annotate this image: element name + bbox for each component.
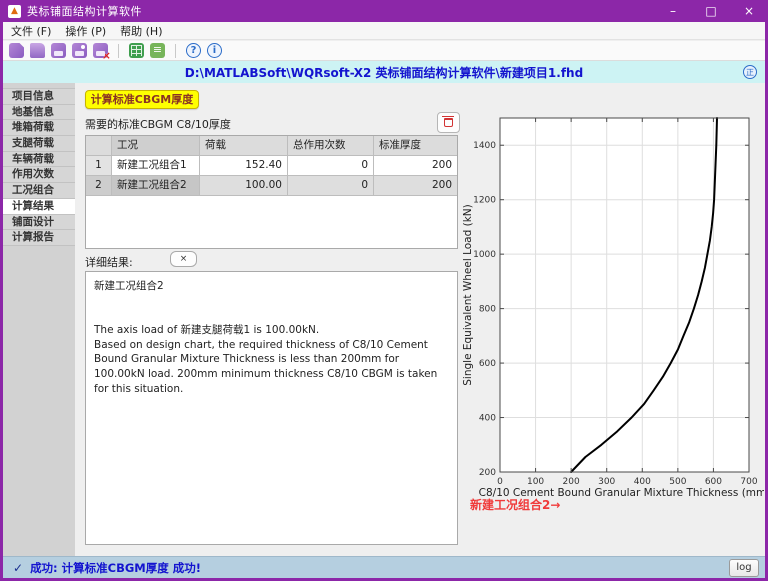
sidebar-item-container-load[interactable]: 堆箱荷载: [3, 120, 75, 136]
svg-text:500: 500: [669, 477, 686, 487]
cell-applications[interactable]: 0: [288, 156, 374, 176]
sidebar-item-calc-report[interactable]: 计算报告: [3, 230, 75, 246]
svg-text:400: 400: [479, 414, 496, 424]
svg-text:700: 700: [740, 477, 757, 487]
menu-file[interactable]: 文件 (F): [11, 23, 51, 39]
svg-text:1200: 1200: [473, 196, 496, 206]
status-message: 成功: 计算标准CBGM厚度 成功!: [30, 560, 201, 576]
cell-thickness[interactable]: 200: [374, 156, 457, 176]
row-number-header: [86, 136, 112, 156]
maximize-button[interactable]: □: [692, 0, 730, 22]
main-panel: 计算标准CBGM厚度 需要的标准CBGM C8/10厚度 工况 荷载 总作用次数…: [75, 83, 765, 556]
cell-case[interactable]: 新建工况组合1: [112, 156, 200, 176]
calculate-cbgm-button[interactable]: 计算标准CBGM厚度: [85, 90, 199, 109]
row-number: 2: [86, 176, 112, 196]
toolbar-separator: [118, 44, 119, 58]
sidebar-item-case-combination[interactable]: 工况组合: [3, 183, 75, 199]
results-table: 工况 荷载 总作用次数 标准厚度 1 新建工况组合1 152.40 0 200 …: [85, 135, 458, 249]
app-logo-icon: ▲: [8, 5, 21, 18]
close-file-icon[interactable]: ×: [93, 43, 108, 58]
save-as-file-icon[interactable]: [72, 43, 87, 58]
menu-help[interactable]: 帮助 (H): [120, 23, 162, 39]
trash-icon: [444, 118, 453, 127]
menu-operation[interactable]: 操作 (P): [65, 23, 106, 39]
svg-text:300: 300: [598, 477, 615, 487]
app-window: ▲ 英标铺面结构计算软件 – □ × 文件 (F) 操作 (P) 帮助 (H) …: [0, 0, 768, 581]
col-header-thickness[interactable]: 标准厚度: [374, 136, 457, 156]
svg-text:200: 200: [479, 468, 496, 478]
col-header-applications[interactable]: 总作用次数: [288, 136, 374, 156]
svg-text:100: 100: [527, 477, 544, 487]
svg-text:1400: 1400: [473, 141, 496, 151]
svg-text:400: 400: [634, 477, 651, 487]
cell-case[interactable]: 新建工况组合2: [112, 176, 200, 196]
cell-applications[interactable]: 0: [288, 176, 374, 196]
cell-load[interactable]: 152.40: [200, 156, 288, 176]
svg-text:600: 600: [705, 477, 722, 487]
new-file-icon[interactable]: [9, 43, 24, 58]
sidebar-item-application-times[interactable]: 作用次数: [3, 167, 75, 183]
help-icon[interactable]: ?: [186, 43, 201, 58]
sidebar-item-project-info[interactable]: 项目信息: [3, 89, 75, 105]
status-bar: ✓ 成功: 计算标准CBGM厚度 成功! log: [3, 556, 765, 578]
close-button[interactable]: ×: [730, 0, 768, 22]
sidebar-item-vehicle-load[interactable]: 车辆荷载: [3, 152, 75, 168]
table-header-row: 工况 荷载 总作用次数 标准厚度: [86, 136, 457, 156]
table-row[interactable]: 1 新建工况组合1 152.40 0 200: [86, 156, 457, 176]
window-title: 英标铺面结构计算软件: [27, 3, 142, 19]
title-bar: ▲ 英标铺面结构计算软件 – □ ×: [0, 0, 768, 22]
detail-close-button[interactable]: ×: [170, 251, 197, 267]
col-header-case[interactable]: 工况: [112, 136, 200, 156]
sidebar-item-pavement-design[interactable]: 铺面设计: [3, 215, 75, 231]
detail-results-text: 新建工况组合2 The axis load of 新建支腿荷载1 is 100.…: [94, 279, 449, 397]
file-path: D:\MATLABSoft\WQRsoft-X2 英标铺面结构计算软件\新建项目…: [185, 64, 583, 81]
svg-text:Single Equivalent Wheel Load (: Single Equivalent Wheel Load (kN): [462, 204, 474, 386]
menu-bar: 文件 (F) 操作 (P) 帮助 (H): [3, 22, 765, 40]
sidebar: 项目信息 地基信息 堆箱荷载 支腿荷载 车辆荷载 作用次数 工况组合 计算结果 …: [3, 83, 75, 556]
minimize-button[interactable]: –: [654, 0, 692, 22]
save-file-icon[interactable]: [51, 43, 66, 58]
tool-bar: × ? i: [3, 41, 765, 61]
design-chart-svg: 0 100 200 300 400 500 600 700 200 400 600 800 1000 12…: [461, 92, 764, 512]
svg-text:600: 600: [479, 359, 496, 369]
about-icon[interactable]: i: [207, 43, 222, 58]
cell-thickness[interactable]: 200: [374, 176, 457, 196]
design-chart: 0 100 200 300 400 500 600 700 200 400 600 800 1000 12…: [461, 92, 764, 512]
log-button[interactable]: log: [729, 559, 759, 577]
svg-text:800: 800: [479, 305, 496, 315]
open-file-icon[interactable]: [30, 43, 45, 58]
sidebar-item-leg-load[interactable]: 支腿荷载: [3, 136, 75, 152]
table-row-selected[interactable]: 2 新建工况组合2 100.00 0 200: [86, 176, 457, 196]
svg-text:200: 200: [563, 477, 580, 487]
detail-results-label: 详细结果:: [85, 254, 133, 270]
table-caption: 需要的标准CBGM C8/10厚度: [85, 116, 231, 132]
cell-load[interactable]: 100.00: [200, 176, 288, 196]
export-word-icon[interactable]: [150, 43, 165, 58]
svg-text:新建工况组合2→: 新建工况组合2→: [470, 497, 560, 512]
row-number: 1: [86, 156, 112, 176]
detail-results-box[interactable]: 新建工况组合2 The axis load of 新建支腿荷载1 is 100.…: [85, 271, 458, 545]
export-excel-icon[interactable]: [129, 43, 144, 58]
sidebar-item-calc-results[interactable]: 计算结果: [3, 199, 75, 215]
toolbar-separator: [175, 44, 176, 58]
svg-text:1000: 1000: [473, 250, 496, 260]
file-path-banner: D:\MATLABSoft\WQRsoft-X2 英标铺面结构计算软件\新建项目…: [3, 61, 765, 83]
delete-row-button[interactable]: [437, 112, 460, 133]
success-check-icon: ✓: [13, 561, 23, 575]
registration-badge-icon: 正: [743, 65, 757, 79]
col-header-load[interactable]: 荷载: [200, 136, 288, 156]
sidebar-item-foundation-info[interactable]: 地基信息: [3, 105, 75, 121]
svg-text:0: 0: [497, 477, 503, 487]
